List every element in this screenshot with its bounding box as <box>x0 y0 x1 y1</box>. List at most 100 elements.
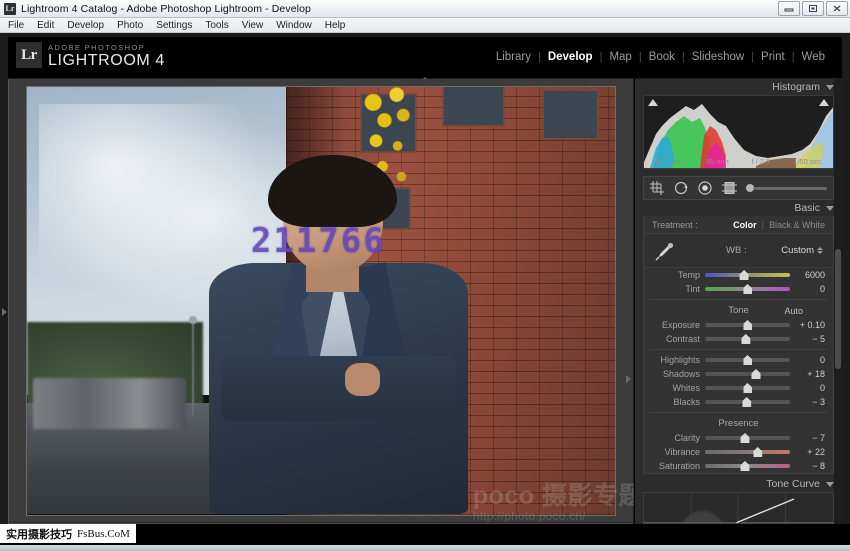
module-map[interactable]: Map <box>602 51 638 63</box>
clarity-slider-row[interactable]: Clarity − 7 <box>644 431 833 445</box>
photo-image: 211766 <box>27 87 615 515</box>
treatment-color-option[interactable]: Color <box>733 220 757 230</box>
treatment-options: Color | Black & White <box>733 220 825 230</box>
shadows-slider-row[interactable]: Shadows + 18 <box>644 367 833 381</box>
whites-slider-knob[interactable] <box>743 383 752 393</box>
minimize-icon[interactable] <box>778 1 800 16</box>
status-bar: 实用摄影技巧 FsBus.CoM <box>0 524 850 551</box>
shadows-slider-knob[interactable] <box>752 369 761 379</box>
contrast-slider-track[interactable] <box>705 337 790 341</box>
photo-canvas[interactable]: 211766 <box>9 79 633 522</box>
tone-curve-title: Tone Curve <box>766 478 820 490</box>
chevron-down-icon[interactable] <box>826 85 834 90</box>
histogram-shutter-speed: 1/50 sec <box>793 157 821 166</box>
spot-removal-tool-icon[interactable] <box>674 181 689 195</box>
right-panel: Histogram ISO 640 35 mm <box>634 79 842 545</box>
menu-item-photo[interactable]: Photo <box>117 20 143 31</box>
white-balance-eyedropper-icon[interactable] <box>652 242 674 267</box>
shadows-slider-track[interactable] <box>705 372 790 376</box>
exposure-slider-knob[interactable] <box>743 320 752 330</box>
stepper-icon[interactable] <box>817 247 823 254</box>
vibrance-slider-row[interactable]: Vibrance + 22 <box>644 445 833 459</box>
histogram-focal-length: 35 mm <box>706 157 729 166</box>
menu-item-help[interactable]: Help <box>325 20 346 31</box>
shadows-label: Shadows <box>652 369 700 379</box>
brush-slider-knob <box>746 184 754 192</box>
adjustment-brush-size-slider[interactable] <box>746 184 827 192</box>
taskbar-strip <box>0 545 850 551</box>
white-balance-label: WB : <box>726 245 747 256</box>
blacks-slider-knob[interactable] <box>742 397 751 407</box>
image-view: 211766 poco 摄影专题 http://photo.poco.cn/ Y… <box>8 79 632 545</box>
auto-tone-button[interactable]: Auto <box>784 306 803 316</box>
menu-item-tools[interactable]: Tools <box>205 20 228 31</box>
identity-text: ADOBE PHOTOSHOP LIGHTROOM 4 <box>48 42 165 69</box>
graduated-filter-tool-icon[interactable] <box>722 181 737 195</box>
divider <box>650 349 827 350</box>
histogram-header[interactable]: Histogram <box>635 79 842 95</box>
identity-plate[interactable]: Lr ADOBE PHOTOSHOP LIGHTROOM 4 <box>16 42 165 69</box>
module-slideshow[interactable]: Slideshow <box>685 51 751 63</box>
clarity-value: − 7 <box>795 433 825 443</box>
chevron-down-icon[interactable] <box>826 206 834 211</box>
chevron-down-icon[interactable] <box>826 482 834 487</box>
scrollbar-thumb[interactable] <box>835 249 841 369</box>
contrast-slider-knob[interactable] <box>741 334 750 344</box>
menu-item-view[interactable]: View <box>242 20 264 31</box>
temp-slider-knob[interactable] <box>740 270 749 280</box>
menu-item-file[interactable]: File <box>8 20 24 31</box>
maximize-icon[interactable] <box>802 1 824 16</box>
highlights-slider-knob[interactable] <box>743 355 752 365</box>
tone-curve-header[interactable]: Tone Curve <box>635 476 842 492</box>
treatment-bw-option[interactable]: Black & White <box>769 220 825 230</box>
highlights-slider-row[interactable]: Highlights 0 <box>644 353 833 367</box>
crop-overlay-tool-icon[interactable] <box>650 181 665 195</box>
red-eye-correction-tool-icon[interactable] <box>698 181 713 195</box>
module-web[interactable]: Web <box>795 51 832 63</box>
clarity-slider-track[interactable] <box>705 436 790 440</box>
tint-slider-row[interactable]: Tint 0 <box>644 282 833 296</box>
whites-value: 0 <box>795 383 825 393</box>
image-watermark: 211766 <box>251 221 386 261</box>
exposure-slider-row[interactable]: Exposure + 0.10 <box>644 318 833 332</box>
blacks-slider-row[interactable]: Blacks − 3 <box>644 395 833 409</box>
photo-subject-hair <box>268 155 397 227</box>
temp-slider-row[interactable]: Temp 6000 <box>644 268 833 282</box>
menu-item-window[interactable]: Window <box>276 20 312 31</box>
module-print[interactable]: Print <box>754 51 792 63</box>
window-title-bar: Lr Lightroom 4 Catalog - Adobe Photoshop… <box>0 0 850 18</box>
menu-item-edit[interactable]: Edit <box>37 20 54 31</box>
temp-slider-track[interactable] <box>705 273 790 277</box>
shadow-clipping-icon[interactable] <box>648 99 658 106</box>
blacks-value: − 3 <box>795 397 825 407</box>
basic-panel-header[interactable]: Basic <box>635 200 842 216</box>
tint-slider-knob[interactable] <box>743 284 752 294</box>
clarity-slider-knob[interactable] <box>740 433 749 443</box>
white-balance-value[interactable]: Custom <box>781 245 823 256</box>
saturation-slider-knob[interactable] <box>740 461 749 471</box>
saturation-slider-track[interactable] <box>705 464 790 468</box>
highlight-clipping-icon[interactable] <box>819 99 829 106</box>
contrast-slider-row[interactable]: Contrast − 5 <box>644 332 833 346</box>
vibrance-slider-knob[interactable] <box>753 447 762 457</box>
menu-item-develop[interactable]: Develop <box>67 20 104 31</box>
module-book[interactable]: Book <box>642 51 682 63</box>
blacks-slider-track[interactable] <box>705 400 790 404</box>
saturation-slider-row[interactable]: Saturation − 8 <box>644 459 833 473</box>
vibrance-slider-track[interactable] <box>705 450 790 454</box>
right-panel-scrollbar[interactable] <box>834 79 842 545</box>
left-panel-toggle[interactable] <box>0 79 8 545</box>
highlights-slider-track[interactable] <box>705 358 790 362</box>
whites-slider-row[interactable]: Whites 0 <box>644 381 833 395</box>
exposure-slider-track[interactable] <box>705 323 790 327</box>
tint-value: 0 <box>795 284 825 294</box>
tint-slider-track[interactable] <box>705 287 790 291</box>
photo-subject-arms <box>221 356 456 421</box>
right-panel-edge-icon[interactable] <box>626 375 631 383</box>
whites-slider-track[interactable] <box>705 386 790 390</box>
module-develop[interactable]: Develop <box>541 51 600 63</box>
menu-item-settings[interactable]: Settings <box>156 20 192 31</box>
histogram-graph[interactable]: ISO 640 35 mm f / 2.5 1/50 sec <box>643 95 834 169</box>
module-library[interactable]: Library <box>489 51 538 63</box>
close-icon[interactable] <box>826 1 848 16</box>
